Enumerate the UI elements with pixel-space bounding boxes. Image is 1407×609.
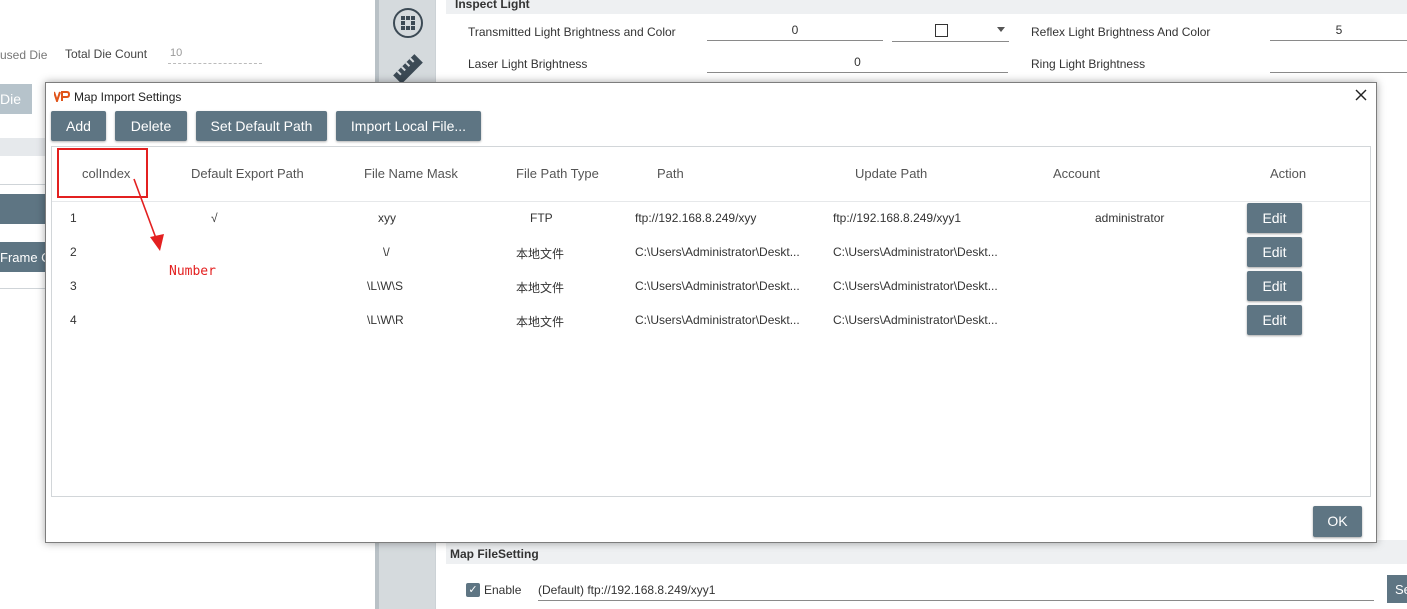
map-filesetting-title: Map FileSetting xyxy=(450,547,539,561)
table-row[interactable]: 4 \L\W\R 本地文件 C:\Users\Administrator\Des… xyxy=(52,303,1370,337)
ok-button[interactable]: OK xyxy=(1313,506,1362,537)
ring-light-input[interactable] xyxy=(1270,53,1407,73)
header-account[interactable]: Account xyxy=(1053,166,1100,181)
settings-table: colIndex Default Export Path File Name M… xyxy=(51,146,1371,497)
enable-row: ✓ Enable (Default) ftp://192.168.8.249/x… xyxy=(446,575,1407,605)
total-die-count-label: Total Die Count xyxy=(65,47,148,61)
row-type: 本地文件 xyxy=(516,315,565,329)
row-update-path: C:\Users\Administrator\Deskt... xyxy=(833,313,998,327)
header-path[interactable]: Path xyxy=(657,166,684,181)
transmitted-light-label: Transmitted Light Brightness and Color xyxy=(468,25,676,39)
map-filesetting-header xyxy=(446,540,1407,564)
row-update-path: C:\Users\Administrator\Deskt... xyxy=(833,245,998,259)
frame-button[interactable]: Frame C xyxy=(0,242,50,272)
row-path: ftp://192.168.8.249/xyy xyxy=(635,211,757,225)
import-local-file-button[interactable]: Import Local File... xyxy=(336,111,481,141)
laser-light-input[interactable]: 0 xyxy=(707,53,1008,73)
annotation-highlight-box xyxy=(57,148,148,198)
row-account: administrator xyxy=(1095,211,1165,225)
dialog-titlebar: Map Import Settings xyxy=(46,83,1376,109)
ring-light-label: Ring Light Brightness xyxy=(1031,57,1146,71)
close-icon[interactable] xyxy=(1354,88,1368,102)
inspect-light-title: Inspect Light xyxy=(455,0,530,11)
edit-button[interactable]: Edit xyxy=(1247,305,1302,335)
table-row[interactable]: 1 √ xyy FTP ftp://192.168.8.249/xyy ftp:… xyxy=(52,201,1370,235)
header-action[interactable]: Action xyxy=(1270,166,1306,181)
used-die-label: used Die xyxy=(0,48,48,62)
row-update-path: C:\Users\Administrator\Deskt... xyxy=(833,279,998,293)
die-button[interactable]: Die xyxy=(0,84,32,114)
ruler-icon[interactable] xyxy=(391,52,425,86)
dialog-title: Map Import Settings xyxy=(74,90,182,104)
row-index: 4 xyxy=(70,313,77,327)
app-logo-icon xyxy=(54,91,70,102)
row-update-path: ftp://192.168.8.249/xyy1 xyxy=(833,211,962,225)
select-button[interactable]: Se xyxy=(1387,575,1407,603)
row-index: 1 xyxy=(70,211,77,225)
enable-label: Enable xyxy=(484,583,522,597)
row-mask: \L\W\S xyxy=(367,279,404,293)
row-mask: \/ xyxy=(383,245,390,259)
row-index: 3 xyxy=(70,279,77,293)
transmitted-light-input[interactable]: 0 xyxy=(707,21,883,41)
header-update-path[interactable]: Update Path xyxy=(855,166,927,181)
inspect-light-header xyxy=(446,0,1407,14)
table-row[interactable]: 3 \L\W\S 本地文件 C:\Users\Administrator\Des… xyxy=(52,269,1370,303)
set-default-path-button[interactable]: Set Default Path xyxy=(196,111,327,141)
header-file-name-mask[interactable]: File Name Mask xyxy=(364,166,458,181)
row-path: C:\Users\Administrator\Deskt... xyxy=(635,279,800,293)
laser-light-label: Laser Light Brightness xyxy=(468,57,588,71)
reflex-light-label: Reflex Light Brightness And Color xyxy=(1031,25,1211,39)
total-die-count-underline xyxy=(168,63,262,64)
edit-button[interactable]: Edit xyxy=(1247,203,1302,233)
header-default-export-path[interactable]: Default Export Path xyxy=(191,166,304,181)
row-type: FTP xyxy=(530,211,553,225)
row-type: 本地文件 xyxy=(516,247,565,261)
header-file-path-type[interactable]: File Path Type xyxy=(516,166,599,181)
row-default-export: √ xyxy=(211,211,218,225)
row-mask: \L\W\R xyxy=(367,313,404,327)
enable-checkbox[interactable]: ✓ xyxy=(466,583,480,597)
color-swatch xyxy=(935,24,948,37)
edit-button[interactable]: Edit xyxy=(1247,271,1302,301)
reflex-light-input[interactable]: 5 xyxy=(1270,21,1407,41)
map-import-settings-dialog: Map Import Settings Add Delete Set Defau… xyxy=(45,82,1377,543)
row-mask: xyy xyxy=(378,211,396,225)
row-path: C:\Users\Administrator\Deskt... xyxy=(635,245,800,259)
wafer-map-icon[interactable] xyxy=(391,6,425,40)
dropdown-arrow-icon xyxy=(997,27,1005,32)
annotation-label: Number xyxy=(169,264,216,279)
row-path: C:\Users\Administrator\Deskt... xyxy=(635,313,800,327)
transmitted-color-select[interactable] xyxy=(892,20,1009,42)
file-path-field[interactable]: (Default) ftp://192.168.8.249/xyy1 xyxy=(538,579,1374,601)
row-index: 2 xyxy=(70,245,77,259)
edit-button[interactable]: Edit xyxy=(1247,237,1302,267)
total-die-count-value: 10 xyxy=(170,47,183,59)
row-type: 本地文件 xyxy=(516,281,565,295)
add-button[interactable]: Add xyxy=(51,111,106,141)
table-row[interactable]: 2 \/ 本地文件 C:\Users\Administrator\Deskt..… xyxy=(52,235,1370,269)
delete-button[interactable]: Delete xyxy=(115,111,187,141)
